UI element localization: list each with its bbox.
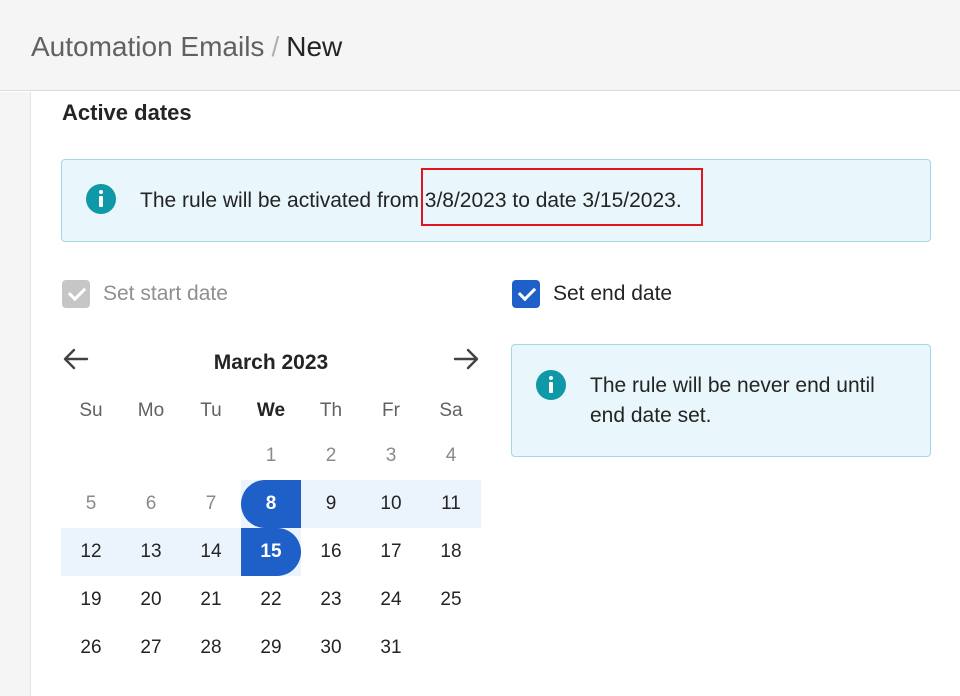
weekday-label: Su xyxy=(79,400,103,421)
calendar-day[interactable]: 11 xyxy=(421,492,481,516)
calendar-grid: Su Mo Tu We Th Fr Sa 1 2 3 4 5 6 7 8 9 10 11 12 13 14 15 16 17… xyxy=(61,390,481,672)
calendar-week-row: 19 20 21 22 23 24 25 xyxy=(61,576,481,624)
calendar-day[interactable]: 24 xyxy=(361,588,421,612)
weekday-label: Tu xyxy=(200,400,222,421)
calendar-day[interactable]: 15 xyxy=(241,540,301,564)
checkmark-icon xyxy=(62,280,90,308)
calendar-day[interactable]: 19 xyxy=(61,588,121,612)
weekday-label: Th xyxy=(319,400,343,421)
weekday-label: Sa xyxy=(439,400,463,421)
header-bar: Automation Emails / New xyxy=(0,0,960,91)
arrow-left-icon xyxy=(63,348,89,370)
calendar-day[interactable]: 29 xyxy=(241,636,301,660)
weekday-header-row: Su Mo Tu We Th Fr Sa xyxy=(61,390,481,432)
left-rail xyxy=(0,92,31,696)
info-icon xyxy=(86,184,116,214)
calendar-day[interactable]: 1 xyxy=(241,444,301,468)
calendar-day[interactable]: 21 xyxy=(181,588,241,612)
date-range-highlight xyxy=(421,168,703,226)
set-end-date-checkbox[interactable]: Set end date xyxy=(512,280,672,308)
end-date-info-banner: The rule will be never end until end dat… xyxy=(511,344,931,457)
activation-info-banner: The rule will be activated from 3/8/2023… xyxy=(61,159,931,242)
calendar-day[interactable]: 31 xyxy=(361,636,421,660)
calendar-day[interactable]: 3 xyxy=(361,444,421,468)
calendar-day[interactable]: 9 xyxy=(301,492,361,516)
section-title: Active dates xyxy=(62,100,192,125)
calendar-day[interactable]: 12 xyxy=(61,540,121,564)
calendar-day[interactable]: 22 xyxy=(241,588,301,612)
end-date-info-text: The rule will be never end until end dat… xyxy=(590,374,875,427)
set-start-date-checkbox[interactable]: Set start date xyxy=(62,280,228,308)
calendar-day[interactable]: 30 xyxy=(301,636,361,660)
calendar-week-row: 12 13 14 15 16 17 18 xyxy=(61,528,481,576)
calendar-day[interactable]: 5 xyxy=(61,492,121,516)
set-start-date-label: Set start date xyxy=(103,282,228,305)
calendar-day[interactable]: 27 xyxy=(121,636,181,660)
calendar-day[interactable]: 7 xyxy=(181,492,241,516)
calendar-day[interactable]: 26 xyxy=(61,636,121,660)
next-month-button[interactable] xyxy=(450,343,482,375)
calendar-day[interactable]: 2 xyxy=(301,444,361,468)
weekday-label: Mo xyxy=(137,400,165,421)
calendar-day[interactable]: 16 xyxy=(301,540,361,564)
calendar-month-title: March 2023 xyxy=(213,351,329,374)
calendar-day[interactable]: 17 xyxy=(361,540,421,564)
weekday-label: Fr xyxy=(382,400,400,421)
calendar-day[interactable]: 4 xyxy=(421,444,481,468)
set-end-date-label: Set end date xyxy=(553,282,673,305)
breadcrumb-root-link[interactable]: Automation Emails xyxy=(31,31,264,62)
prev-month-button[interactable] xyxy=(60,343,92,375)
breadcrumb-current: New xyxy=(286,31,343,62)
calendar-day[interactable]: 8 xyxy=(241,492,301,516)
info-icon xyxy=(536,370,566,400)
weekday-label: We xyxy=(256,400,286,421)
calendar-day[interactable]: 23 xyxy=(301,588,361,612)
breadcrumb-separator: / xyxy=(271,31,280,62)
calendar-day[interactable]: 6 xyxy=(121,492,181,516)
calendar-day[interactable]: 13 xyxy=(121,540,181,564)
calendar-day[interactable]: 25 xyxy=(421,588,481,612)
arrow-right-icon xyxy=(453,348,479,370)
calendar-week-row: 26 27 28 29 30 31 xyxy=(61,624,481,672)
calendar-day[interactable]: 28 xyxy=(181,636,241,660)
checkmark-icon xyxy=(512,280,540,308)
calendar-week-row: 5 6 7 8 9 10 11 xyxy=(61,480,481,528)
calendar-day[interactable]: 18 xyxy=(421,540,481,564)
calendar-day[interactable]: 20 xyxy=(121,588,181,612)
calendar-day[interactable]: 10 xyxy=(361,492,421,516)
breadcrumb: Automation Emails / New xyxy=(31,29,342,65)
calendar-week-row: 1234 xyxy=(61,432,481,480)
calendar-day[interactable]: 14 xyxy=(181,540,241,564)
